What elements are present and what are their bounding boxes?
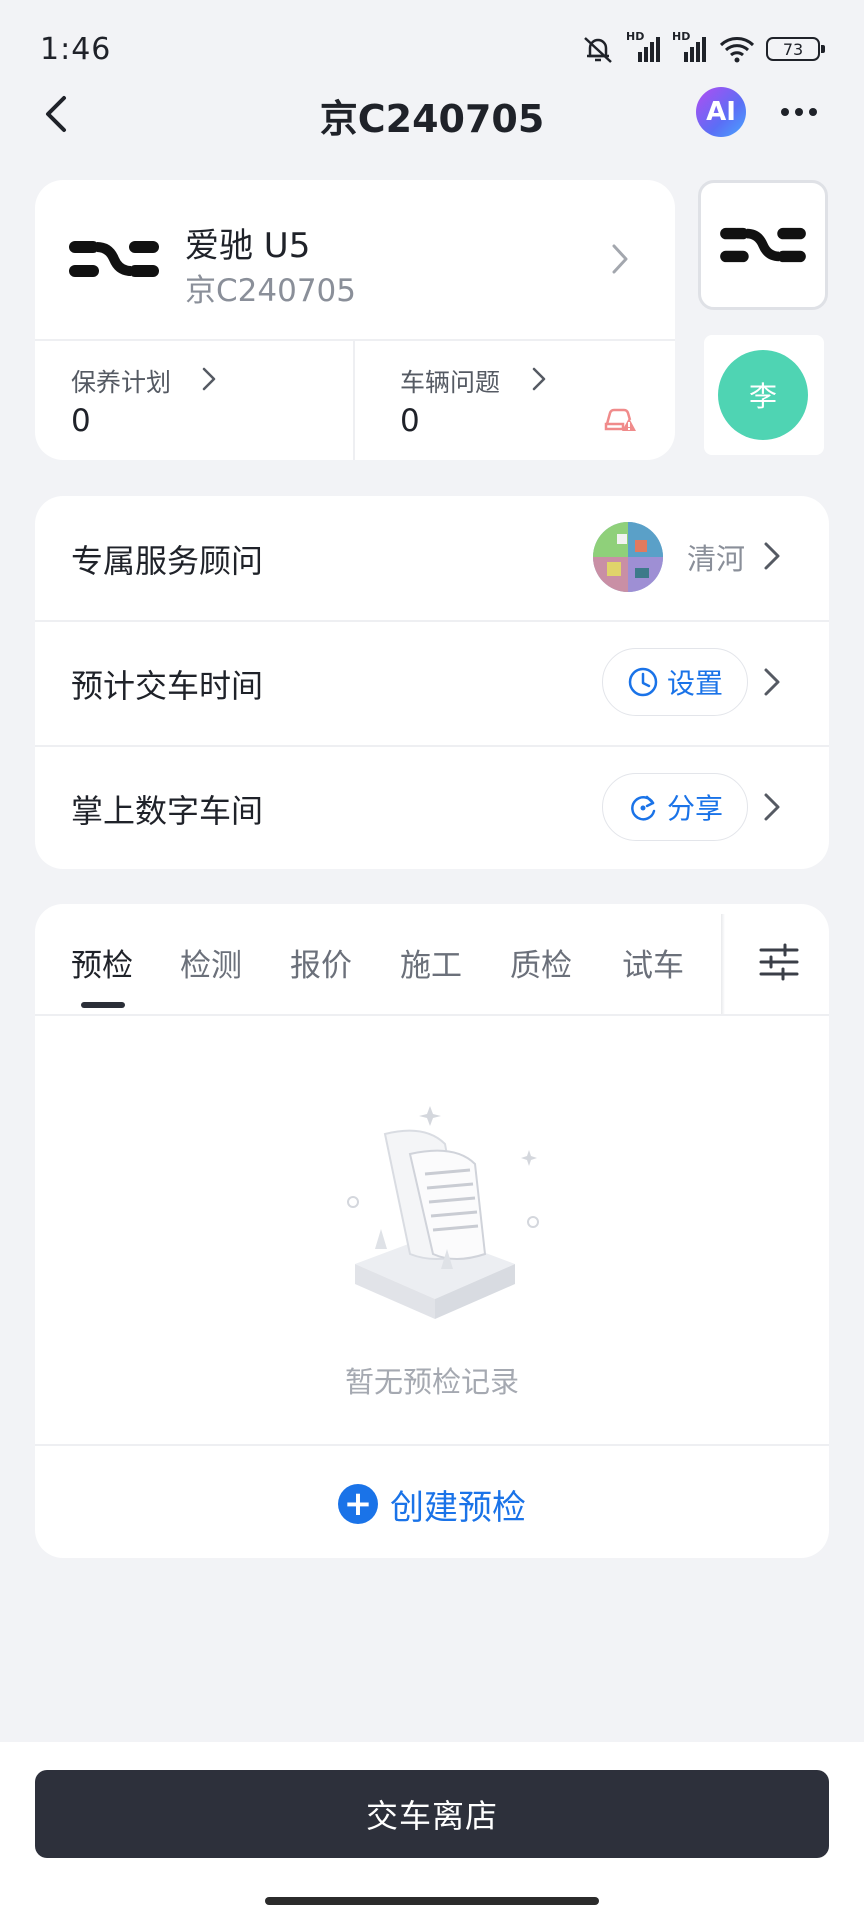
brand-logo-icon <box>720 227 806 263</box>
filter-settings-icon[interactable] <box>757 940 801 984</box>
set-button-label: 设置 <box>666 667 723 700</box>
share-button-label: 分享 <box>666 792 723 825</box>
consultant-name: 清河 <box>687 542 746 576</box>
battery-icon: 73 <box>766 37 825 61</box>
process-tabs-card: 预检 检测 报价 施工 质检 试车 暂无预检记录 + 创建预检 <box>35 904 829 1558</box>
more-icon[interactable] <box>778 97 820 127</box>
home-indicator[interactable] <box>265 1897 599 1905</box>
avatar: 李 <box>718 350 808 440</box>
vehicle-card[interactable]: 爱驰 U5 京C240705 保养计划 0 车辆问题 0 <box>35 180 675 460</box>
digital-workshop-row[interactable]: 掌上数字车间 分享 <box>35 746 829 870</box>
divider <box>35 339 675 341</box>
maintenance-count: 0 <box>71 403 91 439</box>
tab-inspection[interactable]: 检测 <box>180 940 242 985</box>
tab-construction[interactable]: 施工 <box>400 940 462 985</box>
chevron-right-icon <box>764 668 780 696</box>
chevron-right-icon <box>202 367 216 391</box>
deliver-car-button[interactable]: 交车离店 <box>35 1770 829 1858</box>
battery-level: 73 <box>782 39 804 59</box>
signal-icon-2: HD <box>672 30 708 64</box>
consultant-row[interactable]: 专属服务顾问 清河 <box>35 496 829 620</box>
brand-thumbnail[interactable] <box>698 180 828 310</box>
wifi-icon <box>719 37 755 63</box>
owner-avatar-card[interactable]: 李 <box>704 335 824 455</box>
delivery-time-row[interactable]: 预计交车时间 设置 <box>35 621 829 745</box>
active-tab-indicator <box>81 1002 125 1008</box>
empty-state-text: 暂无预检记录 <box>344 1365 519 1399</box>
vehicle-name: 爱驰 U5 <box>185 226 311 266</box>
consultant-label: 专属服务顾问 <box>71 542 264 580</box>
tab-test-drive[interactable]: 试车 <box>622 940 684 985</box>
create-pre-inspection-button[interactable]: + 创建预检 <box>35 1478 829 1530</box>
delivery-time-label: 预计交车时间 <box>71 667 264 705</box>
share-refresh-icon <box>631 795 656 821</box>
chevron-right-icon <box>764 542 780 570</box>
divider <box>353 340 355 460</box>
create-button-label: 创建预检 <box>390 1487 526 1528</box>
issues-count: 0 <box>400 403 420 439</box>
chevron-right-icon[interactable] <box>610 242 630 276</box>
digital-workshop-label: 掌上数字车间 <box>71 792 264 830</box>
empty-document-illustration <box>347 1106 539 1319</box>
divider <box>35 1444 829 1446</box>
issues-label: 车辆问题 <box>400 368 501 397</box>
plus-circle-icon: + <box>338 1484 378 1524</box>
service-card: 专属服务顾问 清河 预计交车时间 设置 掌上数字车间 分享 <box>35 496 829 869</box>
set-delivery-time-button[interactable]: 设置 <box>602 648 748 716</box>
status-icons: HD HD 73 <box>580 30 825 64</box>
maintenance-label: 保养计划 <box>71 368 172 397</box>
share-button[interactable]: 分享 <box>602 773 748 841</box>
chevron-right-icon <box>532 367 546 391</box>
tab-pre-inspection[interactable]: 预检 <box>71 940 133 985</box>
brand-logo-icon <box>69 241 159 277</box>
ai-assistant-button[interactable]: AI <box>696 87 746 137</box>
tab-quality-check[interactable]: 质检 <box>510 940 572 985</box>
bottom-action-bar: 交车离店 <box>0 1742 864 1920</box>
clock-icon <box>628 667 658 697</box>
tab-scroll-fade <box>721 914 725 1014</box>
car-warning-icon <box>604 408 636 431</box>
status-time: 1:46 <box>40 32 112 67</box>
status-bar: 1:46 HD HD 73 <box>0 0 864 100</box>
divider <box>35 1014 829 1016</box>
vehicle-plate: 京C240705 <box>185 273 356 309</box>
signal-icon-1: HD <box>626 30 662 64</box>
tab-quote[interactable]: 报价 <box>290 940 352 985</box>
chevron-right-icon <box>764 793 780 821</box>
mute-bell-icon <box>584 37 612 63</box>
consultant-avatar <box>593 522 663 592</box>
